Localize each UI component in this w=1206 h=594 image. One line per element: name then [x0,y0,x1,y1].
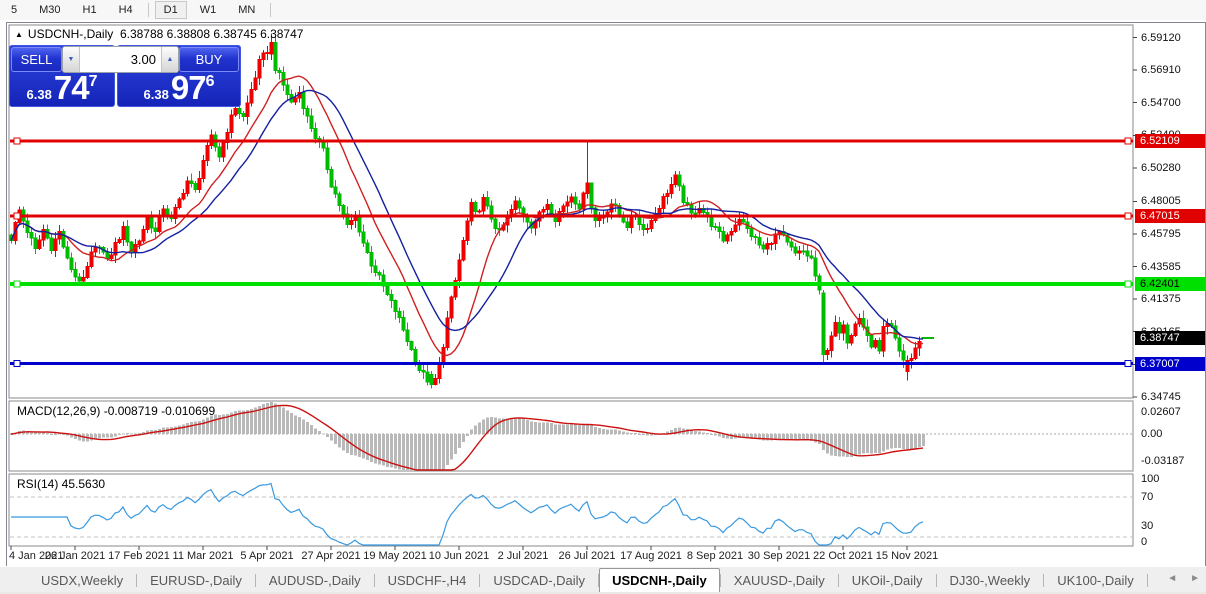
horizontal-level-line[interactable] [10,138,1133,144]
rsi-scale-tick: 0 [1141,536,1147,548]
volume-increase-button[interactable]: ▲ [161,47,178,72]
collapse-panel-icon[interactable]: ▲ [15,30,23,39]
volume-spinner: ▼ ▲ [62,46,179,73]
timeframe-button-h1[interactable]: H1 [74,1,106,19]
rsi-scale-tick: 100 [1141,473,1159,485]
volume-input[interactable] [80,47,161,72]
chart-title: ▲ USDCNH-,Daily 6.38788 6.38808 6.38745 6… [15,27,303,41]
price-level-badge: 6.42401 [1135,277,1205,291]
price-scale-tick: 6.41375 [1141,293,1181,305]
price-scale-tick: 6.59120 [1141,32,1181,44]
toolbar-separator [270,3,271,17]
date-axis-label: 26 Jul 2021 [559,550,616,562]
rsi-line [11,484,923,546]
symbol-tab-ukoil[interactable]: UKOil-,Daily [839,569,936,592]
timeframe-button-d1[interactable]: D1 [155,1,187,19]
buy-price-big: 97 [171,69,206,106]
chart-ohlc-values: 6.38788 6.38808 6.38745 6.38747 [120,27,304,41]
symbol-tab-xauusd[interactable]: XAUUSD-,Daily [721,569,838,592]
price-level-badge: 6.52109 [1135,134,1205,148]
rsi-label: RSI(14) 45.5630 [17,477,105,491]
timeframe-button-w1[interactable]: W1 [191,1,226,19]
sell-price-sup: 7 [89,73,98,90]
date-axis-label: 15 Nov 2021 [876,550,938,562]
macd-scale-tick: 0.02607 [1141,406,1181,418]
sell-price-big: 74 [54,69,89,106]
date-axis-label: 17 Feb 2021 [108,550,170,562]
volume-decrease-button[interactable]: ▼ [63,47,80,72]
horizontal-level-line[interactable] [10,281,1133,287]
buy-button[interactable]: BUY [179,47,239,72]
timeframe-button-mn[interactable]: MN [229,1,264,19]
price-scale-tick: 6.48005 [1141,195,1181,207]
macd-label: MACD(12,26,9) -0.008719 -0.010699 [17,404,215,418]
toolbar-separator [148,3,149,17]
price-scale-tick: 6.54700 [1141,97,1181,109]
date-axis-label: 10 Jun 2021 [429,550,490,562]
symbol-tab-usdx[interactable]: USDX,Weekly [28,569,136,592]
chart-window: ▲ USDCNH-,Daily 6.38788 6.38808 6.38745 6… [6,22,1206,567]
symbol-tab-usdchf[interactable]: USDCHF-,H4 [375,569,480,592]
symbol-tab-uk100[interactable]: UK100-,Daily [1044,569,1147,592]
date-axis-label: 5 Apr 2021 [240,550,293,562]
current-price-badge: 6.38747 [1135,331,1205,345]
buy-price-prefix: 6.38 [144,87,169,102]
date-axis-label: 2 Jul 2021 [498,550,549,562]
date-axis-label: 11 Mar 2021 [173,550,234,562]
axis-ticks [11,38,1137,550]
price-scale-tick: 6.34745 [1141,391,1181,403]
trading-platform: 5M30 H1H4 D1W1MN ▲ USDCNH-,Daily 6.38788 6.… [0,0,1206,594]
date-axis-label: 19 May 2021 [363,550,427,562]
tab-scroll-left-icon[interactable]: ◄ [1167,573,1177,584]
symbol-tab-eurusd[interactable]: EURUSD-,Daily [137,569,255,592]
price-scale-tick: 6.56910 [1141,64,1181,76]
timeframe-button-h4[interactable]: H4 [110,1,142,19]
symbol-tab-dj30[interactable]: DJ30-,Weekly [937,569,1044,592]
sell-price-display[interactable]: 6.38747 [10,73,114,104]
timeframe-toolbar: 5M30 H1H4 D1W1MN [0,0,1206,20]
price-scale-tick: 6.43585 [1141,261,1181,273]
date-axis-label: 22 Oct 2021 [813,550,873,562]
tab-scroll-right-icon[interactable]: ► [1190,573,1200,584]
tab-scroll-nav: ◄ ► [1167,573,1200,584]
date-axis-label: 26 Jan 2021 [45,550,106,562]
buy-price-display[interactable]: 6.38976 [118,73,240,104]
symbol-tab-usdcad[interactable]: USDCAD-,Daily [480,569,598,592]
buy-price-sup: 6 [206,73,215,90]
date-axis-label: 27 Apr 2021 [301,550,360,562]
price-scale-tick: 6.50280 [1141,162,1181,174]
rsi-scale-tick: 30 [1141,520,1153,532]
rsi-scale-tick: 70 [1141,491,1153,503]
sell-price-prefix: 6.38 [27,87,52,102]
timeframe-button-m30[interactable]: M30 [30,1,69,19]
chart-symbol-label: USDCNH-,Daily [28,27,113,41]
price-level-badge: 6.37007 [1135,357,1205,371]
macd-scale-tick: -0.03187 [1141,455,1184,467]
tab-separator [1147,574,1148,587]
date-axis-label: 8 Sep 2021 [687,550,743,562]
symbol-tab-usdcnh[interactable]: USDCNH-,Daily [599,568,720,593]
tabs-holder: USDX,WeeklyEURUSD-,DailyAUDUSD-,DailyUSD… [28,568,1148,593]
horizontal-level-line[interactable] [10,361,1133,367]
timeframe-button-5[interactable]: 5 [2,1,26,19]
date-axis-label: 17 Aug 2021 [620,550,682,562]
price-level-badge: 6.47015 [1135,209,1205,223]
price-scale-tick: 6.45795 [1141,228,1181,240]
macd-scale-tick: 0.00 [1141,428,1162,440]
symbol-tab-bar: USDX,WeeklyEURUSD-,DailyAUDUSD-,DailyUSD… [0,566,1206,593]
symbol-tab-audusd[interactable]: AUDUSD-,Daily [256,569,374,592]
date-axis-label: 30 Sep 2021 [748,550,810,562]
sell-button[interactable]: SELL [11,47,62,72]
